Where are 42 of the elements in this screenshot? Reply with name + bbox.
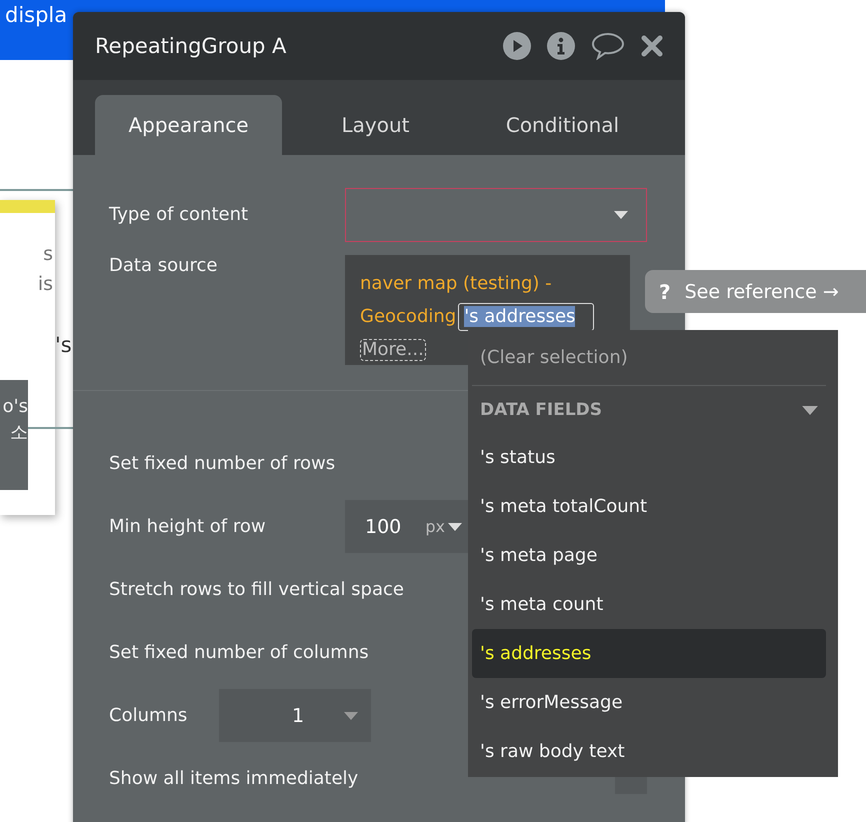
field-label: Type of content	[109, 204, 248, 225]
field-label: Data source	[109, 255, 218, 276]
tooltip-text: See reference →	[684, 280, 839, 302]
panel-title: RepeatingGroup A	[95, 34, 288, 58]
help-icon: ?	[659, 280, 671, 304]
field-label: Set fixed number of columns	[109, 642, 369, 663]
comment-icon[interactable]	[591, 32, 625, 60]
caret-icon	[448, 522, 462, 530]
page-text: 's	[55, 333, 72, 357]
dark-label-box: o's 소	[0, 380, 28, 490]
caret-icon	[344, 712, 358, 720]
menu-item[interactable]: 's meta count	[472, 580, 826, 629]
columns-select[interactable]: 1	[219, 689, 371, 742]
menu-item[interactable]: 's meta totalCount	[472, 482, 826, 531]
menu-item[interactable]: 's raw body text	[472, 727, 826, 776]
banner-text: displa	[5, 3, 68, 27]
field-label: Set fixed number of rows	[109, 453, 336, 474]
card-top-bar	[0, 200, 55, 213]
expression-text: Geocoding	[360, 305, 456, 329]
card-text: is	[38, 273, 53, 295]
tab[interactable]: Appearance	[95, 95, 282, 155]
tab[interactable]: Conditional	[469, 95, 656, 155]
close-icon[interactable]	[641, 35, 663, 57]
field-label: Min height of row	[109, 516, 266, 537]
height-input[interactable]: 100 px	[345, 500, 470, 553]
menu-item[interactable]: 's meta page	[472, 531, 826, 580]
field-label: Show all items immediately	[109, 768, 358, 789]
card-text: s	[43, 243, 53, 265]
caret-icon	[614, 210, 628, 218]
menu-item[interactable]: 's status	[472, 433, 826, 482]
play-icon[interactable]	[503, 32, 531, 60]
expression-text: naver map (testing) -	[360, 273, 552, 294]
info-icon[interactable]	[547, 32, 575, 60]
tab[interactable]: Layout	[282, 95, 469, 155]
menu-item[interactable]: 's addresses	[472, 629, 826, 678]
field-label: Columns	[109, 705, 188, 726]
section-header: DATA FIELDS	[480, 400, 602, 420]
menu-item[interactable]: 's errorMessage	[472, 678, 826, 727]
more-link[interactable]: More...	[360, 339, 426, 361]
clear-selection-option[interactable]: (Clear selection)	[472, 330, 826, 386]
caret-icon	[802, 406, 818, 414]
field-label: Stretch rows to fill vertical space	[109, 579, 404, 600]
